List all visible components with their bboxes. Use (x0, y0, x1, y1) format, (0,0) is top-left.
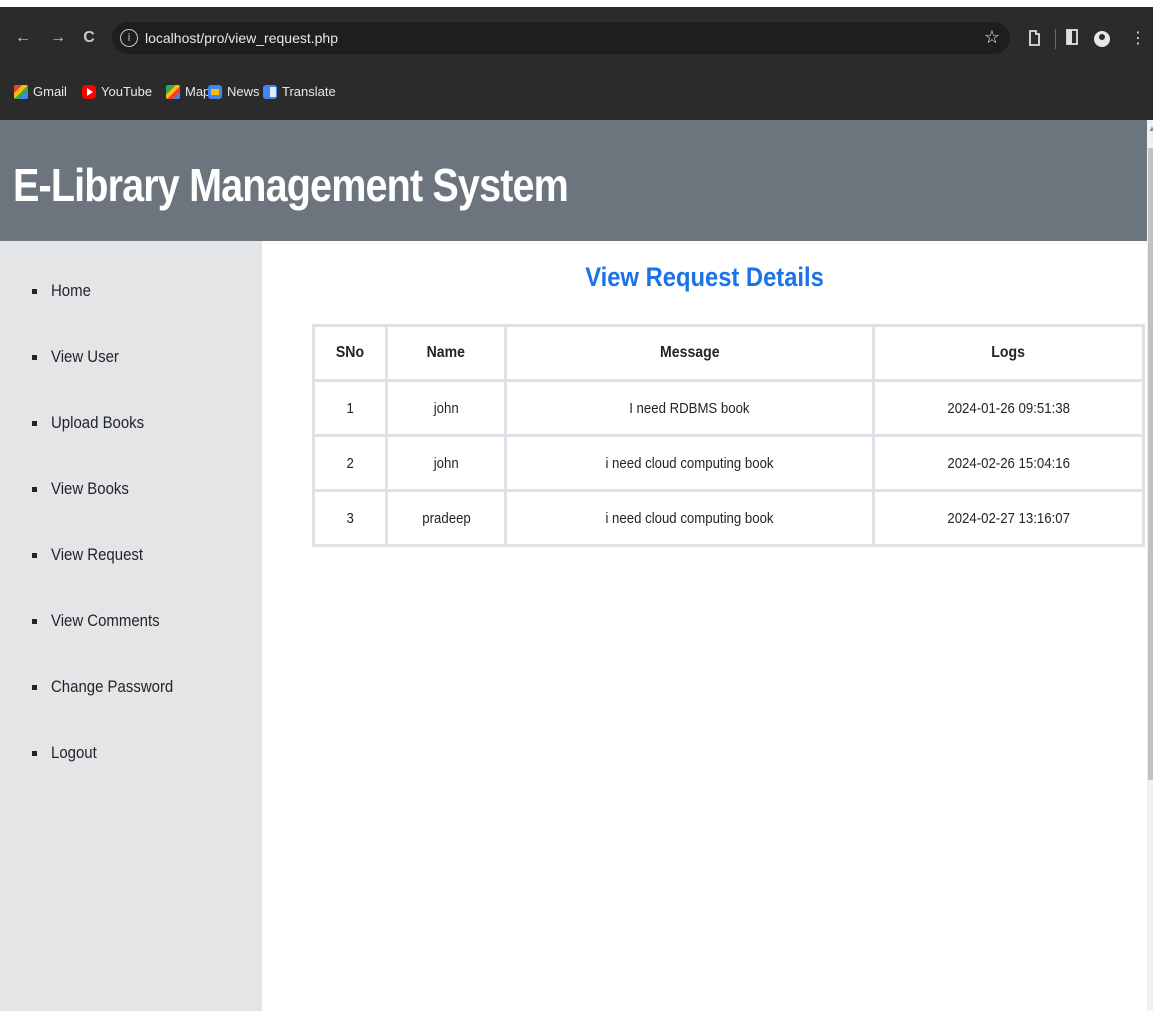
scrollbar-thumb[interactable] (1148, 148, 1153, 780)
sidebar-item-label: Logout (51, 743, 97, 762)
sidebar-item-view-comments[interactable]: View Comments (32, 611, 174, 631)
window-top-strip (0, 0, 1153, 7)
gmail-icon (14, 84, 28, 99)
toolbar-divider (1055, 29, 1056, 49)
cell-logs: 2024-02-26 15:04:16 (872, 434, 1145, 492)
sidebar-item-view-user[interactable]: View User (32, 347, 128, 367)
sidebar-item-view-books[interactable]: View Books (32, 479, 140, 499)
cell-message: i need cloud computing book (504, 434, 876, 492)
sidebar-item-label: View User (51, 347, 119, 366)
url-text[interactable]: localhost/pro/view_request.php (145, 30, 338, 46)
requests-table: SNo Name Message Logs 1 john I need RDBM… (312, 324, 1145, 547)
table-header-row: SNo Name Message Logs (312, 324, 1145, 382)
column-header-sno: SNo (312, 324, 388, 382)
news-icon (208, 84, 222, 99)
cell-name: john (384, 379, 508, 437)
bookmark-label: News (227, 84, 260, 99)
bullet-icon (32, 420, 37, 426)
sidebar: Home View User Upload Books View Books V… (0, 241, 262, 1011)
scroll-up-icon[interactable]: ▲ (1148, 124, 1153, 134)
cell-sno: 3 (312, 489, 388, 547)
bookmark-gmail[interactable]: Gmail (14, 84, 67, 99)
bookmark-star-icon[interactable]: ☆ (984, 27, 1000, 48)
bullet-icon (32, 684, 37, 690)
sidebar-item-label: Upload Books (51, 413, 145, 432)
table-row: 2 john i need cloud computing book 2024-… (312, 434, 1145, 492)
sidebar-item-upload-books[interactable]: Upload Books (32, 413, 157, 433)
cell-message: i need cloud computing book (504, 489, 876, 547)
page-title-text: View Request Details (585, 262, 824, 292)
bullet-icon (32, 750, 37, 756)
site-header: E-Library Management System (0, 120, 1147, 241)
site-info-icon[interactable]: i (120, 29, 138, 47)
address-bar[interactable]: i localhost/pro/view_request.php ☆ (112, 22, 1010, 54)
bookmarks-bar: Gmail YouTube Maps News Translate (0, 70, 1153, 120)
bookmark-label: YouTube (101, 84, 153, 99)
sidebar-item-label: View Comments (51, 611, 160, 630)
back-icon[interactable]: ← (12, 27, 34, 49)
cell-message: I need RDBMS book (504, 379, 876, 437)
site-title: E-Library Management System (13, 159, 569, 211)
menu-icon[interactable]: ⋮ (1128, 29, 1148, 47)
cell-sno: 1 (312, 379, 388, 437)
sidebar-item-label: View Request (51, 545, 144, 564)
column-header-message: Message (504, 324, 876, 382)
reload-icon[interactable]: C (78, 27, 100, 49)
sidebar-item-label: Change Password (51, 677, 174, 696)
profile-avatar-icon[interactable] (1094, 31, 1110, 47)
sidebar-item-label: Home (51, 281, 91, 300)
translate-icon (263, 84, 277, 99)
sidebar-item-logout[interactable]: Logout (32, 743, 103, 763)
bookmark-label: Gmail (33, 84, 67, 99)
cell-logs: 2024-02-27 13:16:07 (872, 489, 1145, 547)
table-row: 1 john I need RDBMS book 2024-01-26 09:5… (312, 379, 1145, 437)
cell-name: john (384, 434, 508, 492)
bullet-icon (32, 618, 37, 624)
page-title: View Request Details (262, 262, 1147, 293)
sidebar-item-label: View Books (51, 479, 129, 498)
bookmark-youtube[interactable]: YouTube (82, 84, 152, 99)
bookmark-news[interactable]: News (208, 84, 260, 99)
column-header-name: Name (384, 324, 508, 382)
address-row: ← → C i localhost/pro/view_request.php ☆… (0, 7, 1153, 70)
table-row: 3 pradeep i need cloud computing book 20… (312, 489, 1145, 547)
bullet-icon (32, 354, 37, 360)
maps-icon (166, 84, 180, 99)
bookmark-translate[interactable]: Translate (263, 84, 336, 99)
sidebar-item-home[interactable]: Home (32, 281, 96, 301)
bookmark-label: Translate (282, 84, 336, 99)
column-header-logs: Logs (872, 324, 1145, 382)
bullet-icon (32, 552, 37, 558)
youtube-icon (82, 84, 96, 99)
bullet-icon (32, 288, 37, 294)
sidepanel-icon[interactable] (1062, 29, 1082, 49)
extensions-icon[interactable] (1024, 29, 1044, 51)
cell-sno: 2 (312, 434, 388, 492)
cell-logs: 2024-01-26 09:51:38 (872, 379, 1145, 437)
sidebar-item-view-request[interactable]: View Request (32, 545, 156, 565)
bullet-icon (32, 486, 37, 492)
forward-icon[interactable]: → (47, 27, 69, 49)
cell-name: pradeep (384, 489, 508, 547)
sidebar-item-change-password[interactable]: Change Password (32, 677, 190, 697)
